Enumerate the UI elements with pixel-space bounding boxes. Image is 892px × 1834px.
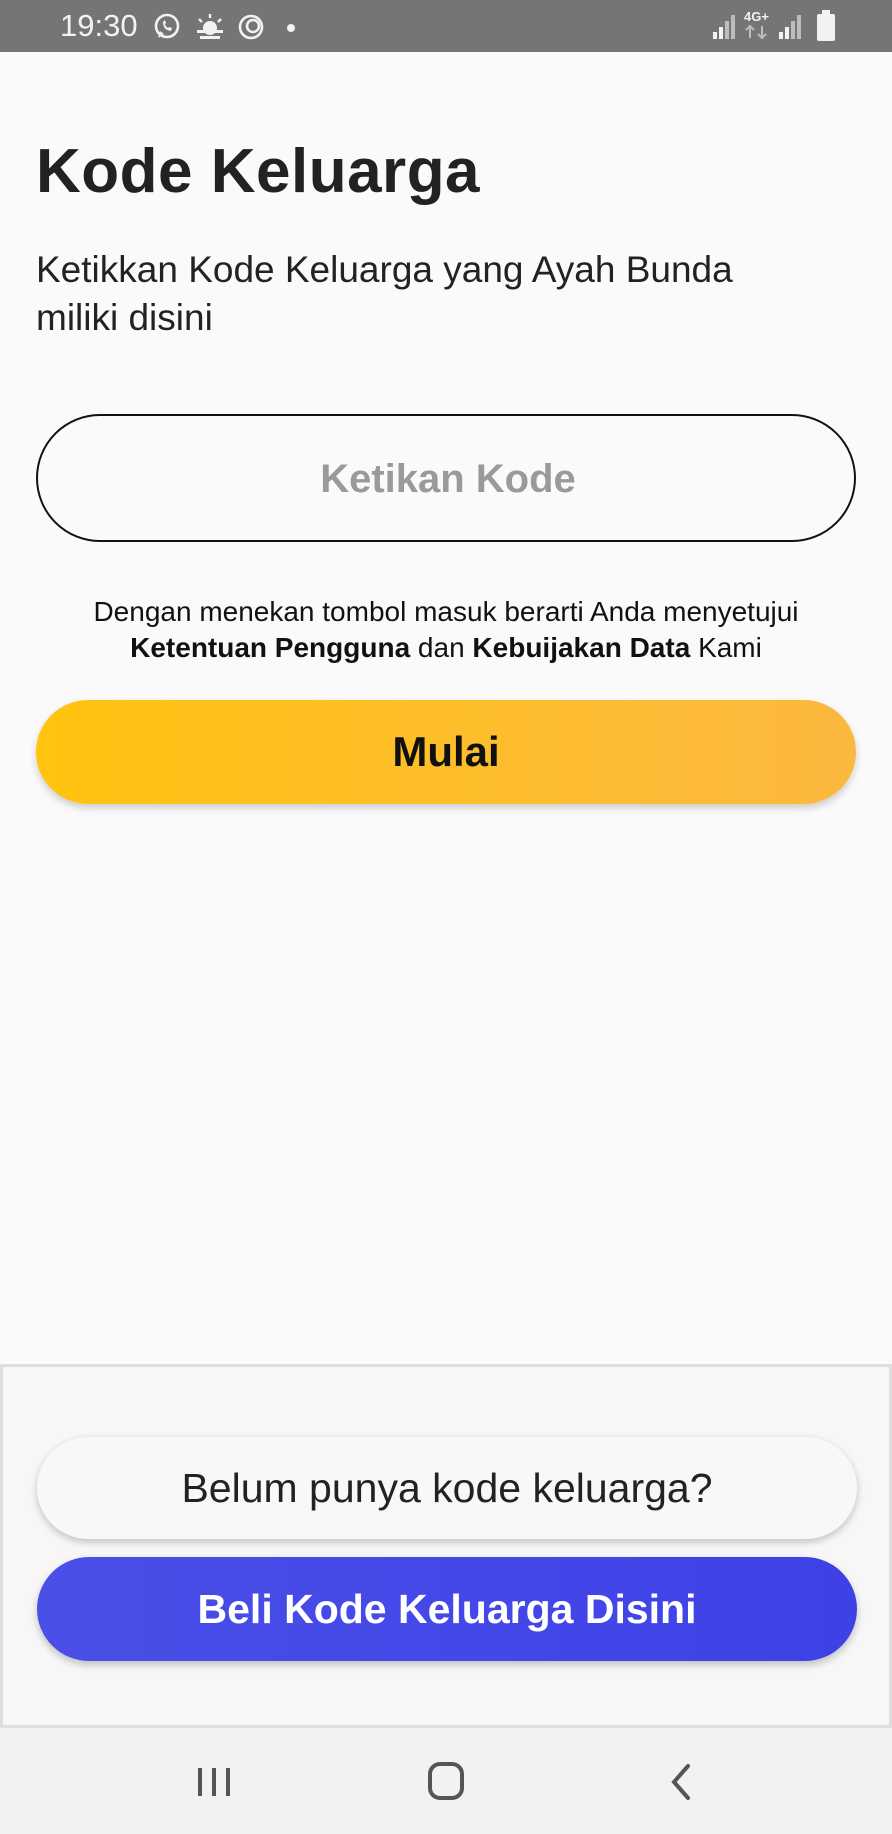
4g-plus-icon: 4G+ (744, 10, 770, 45)
weather-icon (194, 12, 226, 47)
family-code-field[interactable] (36, 414, 858, 542)
page-subtitle: Ketikkan Kode Keluarga yang Ayah Bunda m… (36, 249, 733, 338)
back-icon[interactable] (650, 1754, 710, 1810)
home-icon[interactable] (416, 1754, 476, 1810)
buy-family-code-button[interactable]: Beli Kode Keluarga Disini (37, 1557, 857, 1661)
family-code-input[interactable] (38, 416, 858, 542)
terms-middle: dan (417, 632, 465, 663)
status-bar: 19:30 4G+ (0, 0, 892, 52)
sync-icon (236, 12, 266, 47)
bottom-panel: Belum punya kode keluarga? Beli Kode Kel… (0, 1364, 892, 1728)
dot-icon (286, 20, 296, 38)
recent-apps-icon[interactable] (184, 1754, 244, 1810)
battery-icon (816, 10, 836, 47)
start-button[interactable]: Mulai (36, 700, 856, 804)
whatsapp-icon (152, 12, 182, 47)
page-title: Kode Keluarga (36, 137, 481, 206)
signal-icon (778, 12, 804, 45)
status-time: 19:30 (60, 8, 138, 43)
terms-prefix: Dengan menekan tombol masuk berarti Anda… (93, 596, 799, 627)
terms-of-use-link[interactable]: Ketentuan Pengguna (130, 632, 410, 663)
terms-suffix: Kami (698, 632, 762, 663)
terms-notice: Dengan menekan tombol masuk berarti Anda… (36, 594, 856, 666)
system-nav-bar (0, 1728, 892, 1834)
data-policy-link[interactable]: Kebuijakan Data (472, 632, 690, 663)
signal-icon (712, 12, 738, 45)
network-type-label: 4G+ (744, 9, 769, 24)
no-family-code-button[interactable]: Belum punya kode keluarga? (37, 1437, 857, 1539)
